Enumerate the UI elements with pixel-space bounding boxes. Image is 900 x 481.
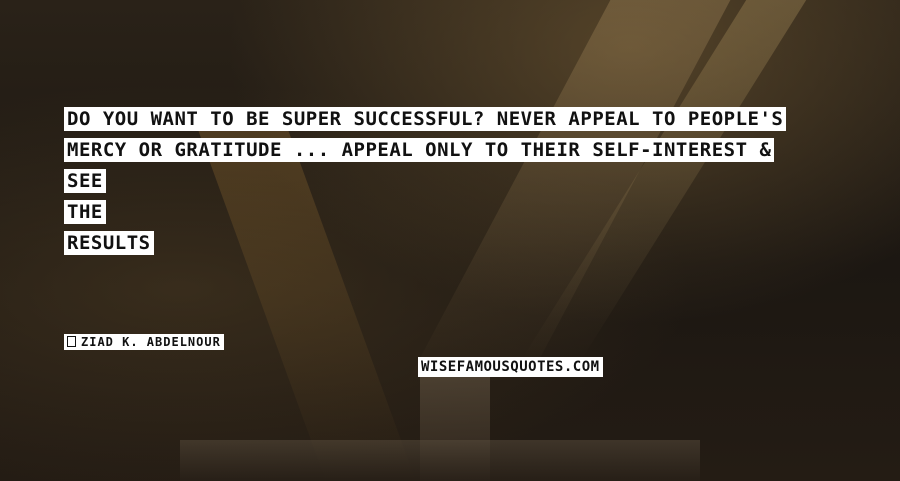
author-attribution: ZIAD K. ABDELNOUR [64,333,224,351]
quote-line: THE [64,200,864,224]
site-watermark: WISEFAMOUSQUOTES.COM [418,357,603,377]
quote-image: DO YOU WANT TO BE SUPER SUCCESSFUL? NEVE… [0,0,900,481]
quote-line: DO YOU WANT TO BE SUPER SUCCESSFUL? NEVE… [64,107,864,131]
quote-line: MERCY OR GRATITUDE ... APPEAL ONLY TO TH… [64,138,864,162]
quote-line-text: THE [64,200,106,224]
quote-line-text: RESULTS [64,231,154,255]
author-name: ZIAD K. ABDELNOUR [81,335,221,349]
quote-line: RESULTS [64,231,864,255]
background-column [420,360,490,481]
quote-line-text: DO YOU WANT TO BE SUPER SUCCESSFUL? NEVE… [64,107,787,131]
quote-text: DO YOU WANT TO BE SUPER SUCCESSFUL? NEVE… [64,107,864,263]
quote-line-text: MERCY OR GRATITUDE ... APPEAL ONLY TO TH… [64,138,775,162]
missing-glyph-icon [67,336,76,347]
watermark-text: WISEFAMOUSQUOTES.COM [418,357,603,377]
author-label: ZIAD K. ABDELNOUR [64,334,224,350]
quote-line-text: SEE [64,169,106,193]
quote-line: SEE [64,169,864,193]
background-base [180,440,700,481]
